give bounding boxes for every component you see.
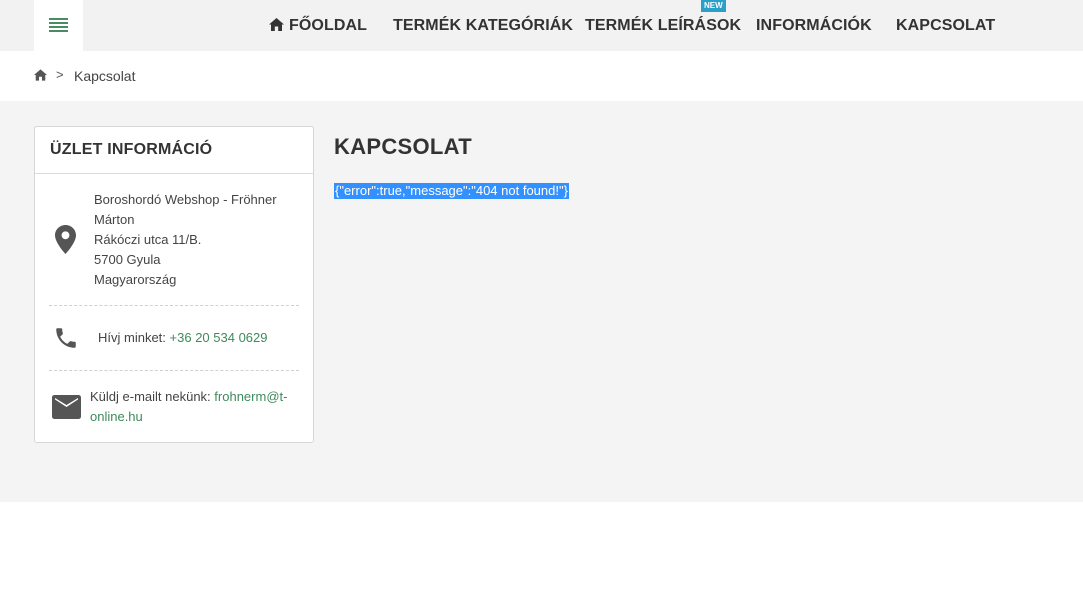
store-info-title: ÜZLET INFORMÁCIÓ [50,141,213,158]
address-line: Magyarország [94,272,177,287]
email-link[interactable]: frohnerm@t- [214,389,287,404]
hamburger-icon-line [49,22,68,24]
nav-item-descriptions[interactable]: TERMÉK LEÍRÁSOK [585,17,741,35]
nav-item-label: TERMÉK KATEGÓRIÁK [393,17,574,34]
nav-item-home[interactable]: FŐOLDAL [269,17,367,35]
breadcrumb-current: Kapcsolat [74,68,136,84]
hamburger-icon-line [49,30,68,32]
breadcrumb-separator: > [56,67,64,82]
hamburger-icon-line [49,26,68,28]
address-line: Rákóczi utca 11/B. [94,232,202,247]
menu-toggle-button[interactable] [34,0,83,51]
nav-item-categories[interactable]: TERMÉK KATEGÓRIÁK [393,17,573,35]
phone-link[interactable]: +36 20 534 0629 [170,330,268,345]
page-title: KAPCSOLAT [334,134,472,159]
home-icon[interactable] [34,69,47,81]
hamburger-icon [49,18,68,20]
email-link-continued[interactable]: online.hu [90,409,143,424]
address-line: Márton [94,212,135,227]
divider [35,173,313,174]
address-line: 5700 Gyula [94,252,161,267]
nav-item-information[interactable]: INFORMÁCIÓK [756,17,872,35]
nav-item-label: KAPCSOLAT [896,17,996,34]
phone-icon [56,328,76,348]
email-row: Küldj e-mailt nekünk: frohnerm@t- online… [90,387,300,427]
phone-label: Hívj minket: [98,330,166,345]
phone-row: Hívj minket: +36 20 534 0629 [98,328,268,348]
envelope-icon [52,395,81,419]
error-message: {"error":true,"message":"404 not found!"… [334,183,569,199]
email-label: Küldj e-mailt nekünk: [90,389,211,404]
divider [49,305,299,306]
home-icon [269,18,284,31]
address-line: Boroshordó Webshop - Fröhner [94,192,277,207]
divider [49,370,299,371]
new-badge: NEW [701,0,726,12]
nav-item-contact[interactable]: KAPCSOLAT [896,17,995,35]
map-pin-icon [55,225,76,254]
nav-item-label: TERMÉK LEÍRÁSOK [585,17,742,34]
nav-item-label: INFORMÁCIÓK [756,17,872,34]
breadcrumb [0,51,1083,101]
nav-item-label: FŐOLDAL [289,17,368,34]
